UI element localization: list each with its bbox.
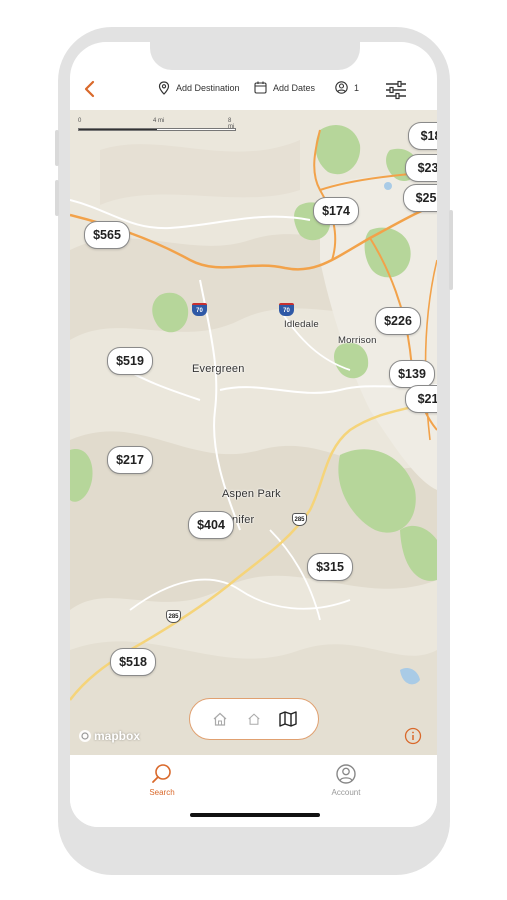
add-dates-button[interactable]: Add Dates	[254, 81, 315, 94]
side-button-right	[449, 210, 453, 290]
user-circle-icon	[335, 81, 348, 94]
price-marker[interactable]: $226	[375, 307, 421, 335]
mapbox-mark-icon	[79, 730, 91, 742]
price-marker[interactable]: $519	[107, 347, 153, 375]
side-button-left-1	[55, 130, 59, 166]
price-marker[interactable]: $404	[188, 511, 234, 539]
price-marker[interactable]: $21	[405, 385, 437, 413]
place-aspen-park: Aspen Park	[222, 488, 281, 500]
price-marker[interactable]: $174	[313, 197, 359, 225]
map-pin-icon	[158, 81, 170, 95]
add-dates-label: Add Dates	[273, 82, 316, 93]
scale-bar	[78, 128, 236, 131]
interstate-shield: 70	[192, 303, 207, 316]
tab-search[interactable]: Search	[122, 763, 202, 797]
place-evergreen: Evergreen	[192, 363, 245, 375]
place-conifer: nifer	[232, 514, 255, 526]
home-indicator	[190, 813, 320, 817]
calendar-icon	[254, 81, 267, 94]
sliders-icon[interactable]	[384, 78, 408, 102]
view-toggle	[189, 698, 319, 740]
info-icon[interactable]	[404, 727, 422, 745]
chevron-left-icon[interactable]	[80, 79, 100, 99]
us-route-shield: 285	[292, 513, 307, 526]
account-icon	[336, 764, 356, 784]
price-marker[interactable]: $315	[307, 553, 353, 581]
app-screen: Add Destination Add Dates 1 0 4 mi 8 mi …	[70, 42, 437, 827]
price-marker[interactable]: $23	[405, 154, 437, 182]
side-button-left-2	[55, 180, 59, 216]
mapbox-logo: mapbox	[78, 729, 140, 743]
price-marker[interactable]: $518	[110, 648, 156, 676]
interstate-shield: 70	[279, 303, 294, 316]
map-scale: 0 4 mi 8 mi	[78, 118, 238, 134]
scale-label-0: 0	[78, 118, 82, 124]
tab-account-label: Account	[331, 788, 361, 797]
tab-account[interactable]: Account	[306, 763, 386, 797]
guest-count: 1	[354, 82, 360, 93]
price-marker[interactable]: $18	[408, 122, 437, 150]
tab-search-label: Search	[149, 788, 175, 797]
home-icon[interactable]	[210, 709, 230, 729]
place-idledale: Idledale	[284, 319, 319, 330]
price-marker[interactable]: $139	[389, 360, 435, 388]
scale-label-4: 4 mi	[153, 118, 165, 124]
guests-button[interactable]: 1	[335, 81, 359, 94]
home-small-icon[interactable]	[244, 709, 264, 729]
map-icon[interactable]	[278, 709, 298, 729]
price-marker[interactable]: $25	[403, 184, 437, 212]
price-marker[interactable]: $217	[107, 446, 153, 474]
mapbox-wordmark: mapbox	[94, 729, 141, 743]
price-marker[interactable]: $565	[84, 221, 130, 249]
header-bar: Add Destination Add Dates 1	[70, 70, 437, 110]
place-morrison: Morrison	[338, 335, 377, 346]
phone-notch	[150, 42, 360, 70]
add-destination-button[interactable]: Add Destination	[158, 81, 240, 95]
search-icon	[152, 764, 171, 783]
us-route-shield: 285	[166, 610, 181, 623]
add-destination-label: Add Destination	[176, 83, 240, 93]
map-view[interactable]: 0 4 mi 8 mi Evergreen Idledale Morrison …	[70, 110, 437, 755]
